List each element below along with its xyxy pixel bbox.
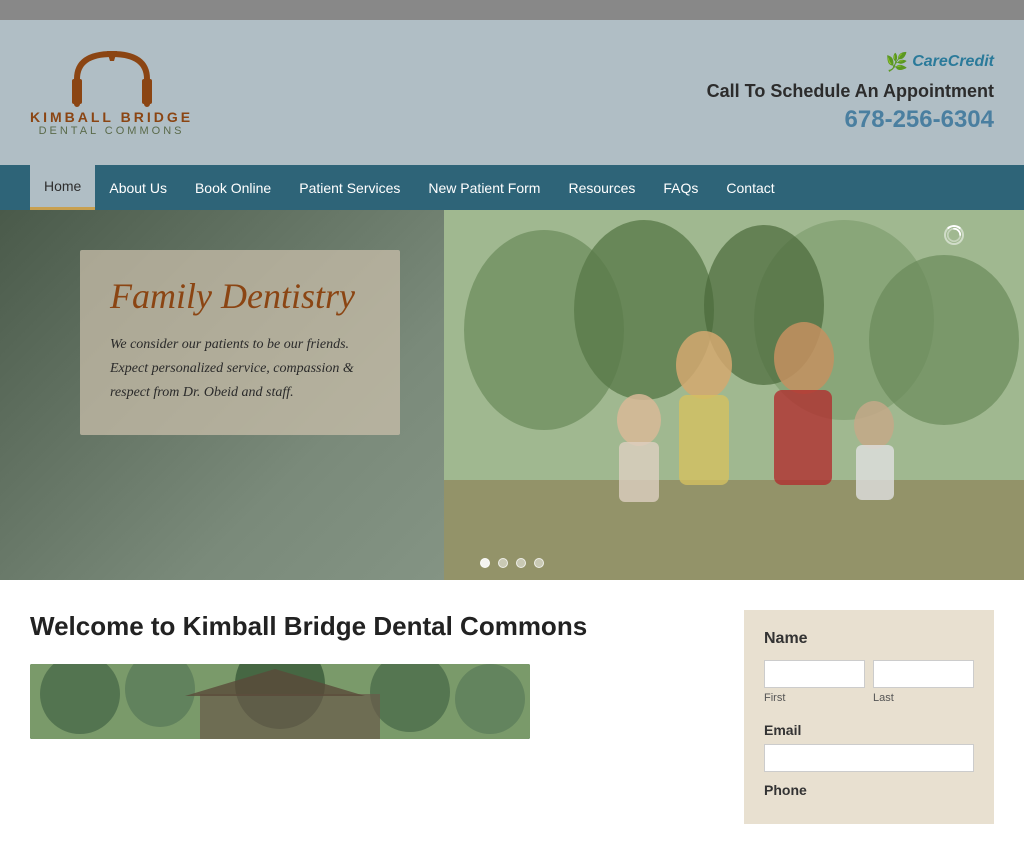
logo-line2: DENTAL COMMONS [39, 125, 185, 137]
schedule-text: Call To Schedule An Appointment [707, 81, 994, 102]
form-name-label: Name [764, 630, 974, 648]
nav-item-faqs[interactable]: FAQs [649, 165, 712, 210]
form-name-row: First Last [764, 660, 974, 714]
care-credit-label: CareCredit [912, 53, 994, 71]
form-first-group: First [764, 660, 865, 704]
building-svg [30, 664, 530, 739]
phone-number: 678-256-6304 [707, 106, 994, 134]
nav-item-contact[interactable]: Contact [712, 165, 788, 210]
welcome-title: Welcome to Kimball Bridge Dental Commons [30, 610, 714, 644]
last-label: Last [873, 692, 974, 704]
carousel-dot-3[interactable] [516, 558, 526, 568]
nav-item-home[interactable]: Home [30, 165, 95, 210]
header-right: 🌿 CareCredit Call To Schedule An Appoint… [707, 52, 994, 134]
hero-text-box: Family Dentistry We consider our patient… [80, 250, 400, 435]
carousel-dots [480, 558, 544, 568]
carousel-dot-4[interactable] [534, 558, 544, 568]
nav-item-new-patient-form[interactable]: New Patient Form [414, 165, 554, 210]
form-last-group: Last [873, 660, 974, 704]
logo-line1: KIMBALL BRIDGE [30, 109, 193, 125]
nav-item-about[interactable]: About Us [95, 165, 181, 210]
navigation: Home About Us Book Online Patient Servic… [0, 165, 1024, 210]
last-name-input[interactable] [873, 660, 974, 688]
bottom-left: Welcome to Kimball Bridge Dental Commons [30, 610, 714, 824]
sidebar-form: Name First Last Email Phone [744, 610, 994, 824]
nav-item-patient-services[interactable]: Patient Services [285, 165, 414, 210]
logo-arch-icon [57, 49, 167, 109]
bottom-content: Welcome to Kimball Bridge Dental Commons… [0, 580, 1024, 854]
first-name-input[interactable] [764, 660, 865, 688]
logo: KIMBALL BRIDGE DENTAL COMMONS [30, 49, 193, 137]
hero-photo-svg [444, 210, 1024, 580]
leaf-icon: 🌿 [886, 52, 908, 73]
header: KIMBALL BRIDGE DENTAL COMMONS 🌿 CareCred… [0, 20, 1024, 165]
hero-description: We consider our patients to be our frien… [110, 333, 370, 404]
building-image [30, 664, 530, 739]
hero-photo [444, 210, 1024, 580]
carousel-dot-1[interactable] [480, 558, 490, 568]
top-bar [0, 0, 1024, 20]
hero-section: Family Dentistry We consider our patient… [0, 210, 1024, 580]
hero-title: Family Dentistry [110, 275, 370, 318]
care-credit-badge: 🌿 CareCredit [707, 52, 994, 73]
form-phone-label: Phone [764, 782, 974, 798]
spinner-icon [944, 225, 964, 245]
form-email-label: Email [764, 722, 974, 738]
nav-item-resources[interactable]: Resources [554, 165, 649, 210]
nav-item-book[interactable]: Book Online [181, 165, 285, 210]
carousel-dot-2[interactable] [498, 558, 508, 568]
first-label: First [764, 692, 865, 704]
